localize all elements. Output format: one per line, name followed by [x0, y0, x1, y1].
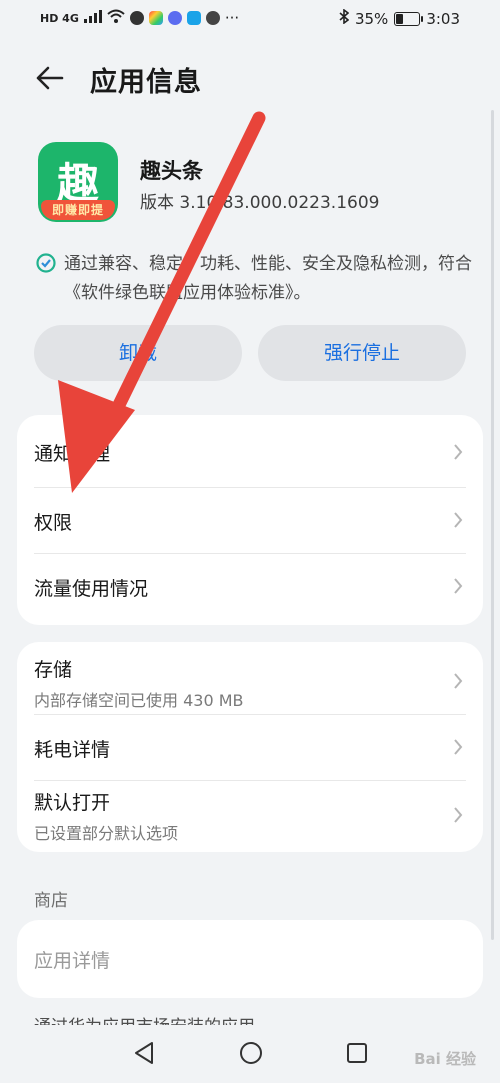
- nav-recents-icon[interactable]: [346, 1042, 368, 1064]
- row-app-details[interactable]: 应用详情: [17, 920, 483, 998]
- app-icon-strip: 即赚即提: [41, 200, 115, 220]
- nav-home-icon[interactable]: [239, 1041, 263, 1065]
- chevron-right-icon: [454, 444, 463, 460]
- page-title: 应用信息: [90, 67, 202, 98]
- status-right: 35% 3:03: [339, 8, 460, 28]
- nav-back-icon[interactable]: [133, 1041, 155, 1065]
- row-sublabel: 内部存储空间已使用 430 MB: [34, 691, 244, 710]
- force-stop-button[interactable]: 强行停止: [258, 325, 466, 381]
- row-label: 流量使用情况: [34, 578, 149, 600]
- section-title-store: 商店: [34, 891, 68, 911]
- more-notifications: ···: [224, 9, 240, 27]
- app-name: 趣头条: [140, 159, 203, 183]
- navigation-bar: Bai 经验: [0, 1025, 500, 1083]
- row-battery-details[interactable]: 耗电详情: [17, 714, 483, 780]
- row-data-usage[interactable]: 流量使用情况: [17, 553, 483, 625]
- status-bar: HD 4G ··· 35% 3:03: [0, 0, 500, 40]
- chevron-right-icon: [454, 739, 463, 755]
- app-notify-icon: [167, 11, 182, 25]
- arrow-left-icon: [36, 66, 64, 90]
- battery-icon: [394, 11, 424, 26]
- header: 应用信息: [0, 50, 500, 110]
- uninstall-button[interactable]: 卸载: [34, 325, 242, 381]
- app-notify-icon: [148, 11, 163, 25]
- watermark: Bai 经验: [414, 1050, 476, 1068]
- signal-icon: [83, 9, 102, 27]
- row-label: 通知管理: [34, 443, 111, 465]
- status-left: HD 4G ···: [40, 9, 239, 27]
- chevron-right-icon: [454, 807, 463, 823]
- row-label: 耗电详情: [34, 739, 111, 761]
- chevron-right-icon: [454, 512, 463, 528]
- row-label: 默认打开: [34, 792, 111, 814]
- battery-percent: 35%: [354, 9, 389, 28]
- clock: 3:03: [426, 9, 460, 28]
- shield-check-icon: [36, 253, 56, 273]
- signal-text: HD 4G: [40, 11, 79, 25]
- chevron-right-icon: [454, 578, 463, 594]
- chevron-right-icon: [454, 673, 463, 689]
- row-sublabel: 已设置部分默认选项: [34, 824, 179, 843]
- wifi-icon: [107, 9, 125, 27]
- app-usage-card: 存储 内部存储空间已使用 430 MB 耗电详情 默认打开 已设置部分默认选项: [17, 642, 483, 852]
- app-version: 版本 3.10.83.000.0223.1609: [140, 193, 380, 213]
- app-notify-icon: [186, 11, 201, 25]
- scrollbar[interactable]: [491, 110, 494, 940]
- row-label: 应用详情: [34, 950, 111, 972]
- app-icon: 趣 即赚即提: [38, 142, 118, 222]
- row-notification-management[interactable]: 通知管理: [17, 415, 483, 487]
- row-permissions[interactable]: 权限: [17, 487, 483, 553]
- battery-fill: [396, 13, 404, 24]
- row-label: 权限: [34, 512, 73, 534]
- back-button[interactable]: [34, 58, 70, 98]
- app-notify-icon: [129, 11, 144, 25]
- compatibility-text: 通过兼容、稳定、功耗、性能、安全及隐私检测，符合《软件绿色联盟应用体验标准》。: [64, 254, 472, 303]
- store-card: 应用详情: [17, 920, 483, 998]
- bluetooth-icon: [339, 8, 350, 28]
- app-notify-icon: [205, 11, 220, 25]
- app-settings-card: 通知管理 权限 流量使用情况: [17, 415, 483, 625]
- row-storage[interactable]: 存储 内部存储空间已使用 430 MB: [17, 642, 483, 714]
- row-default-open[interactable]: 默认打开 已设置部分默认选项: [17, 780, 483, 852]
- row-label: 存储: [34, 659, 73, 681]
